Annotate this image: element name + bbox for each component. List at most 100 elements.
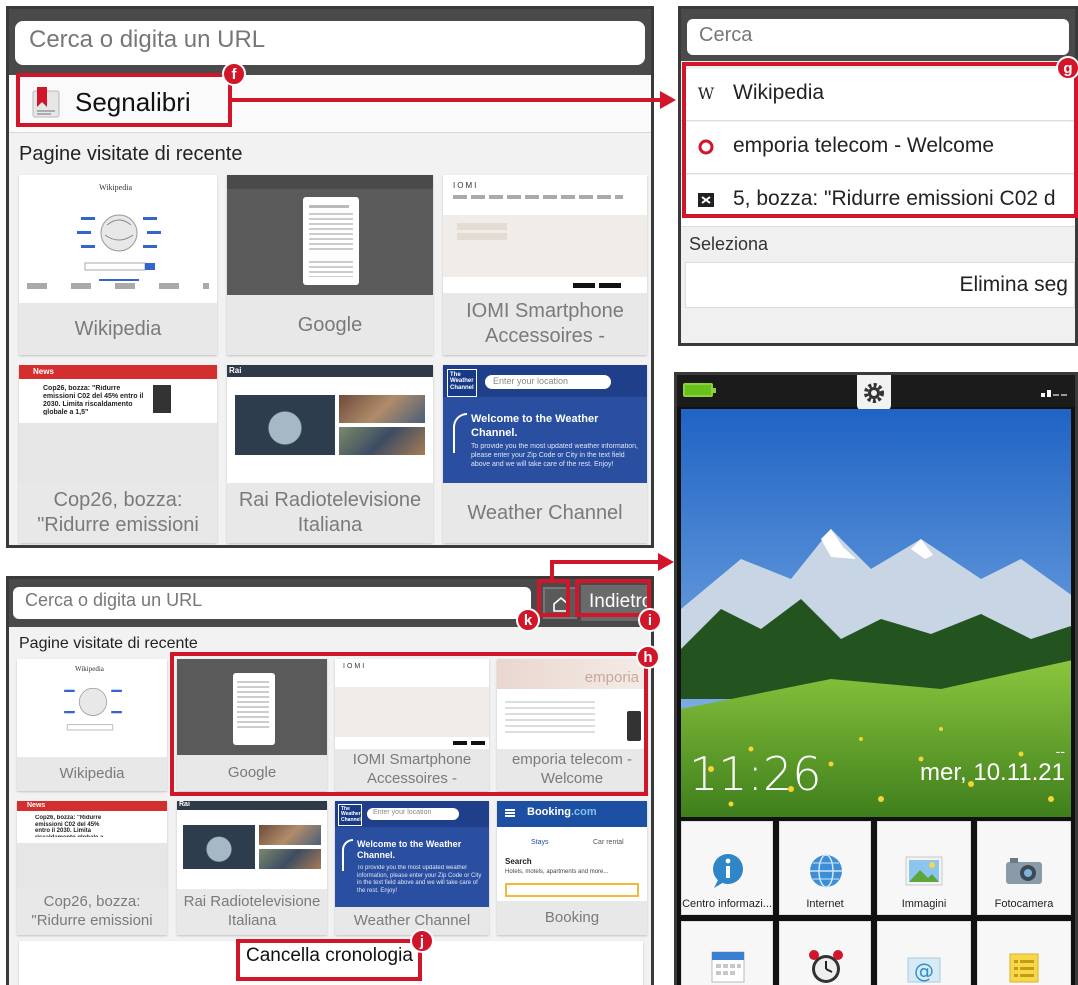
app-notes[interactable] — [977, 921, 1071, 985]
bookmarks-search-input[interactable]: Cerca — [687, 19, 1069, 55]
tile-caption: IOMI Smartphone Accessoires - — [443, 293, 647, 355]
marker-j: j — [410, 929, 434, 953]
home-date: mer, 10.11.21 — [920, 759, 1065, 786]
rai-logo: Rai — [229, 366, 242, 375]
weather-body-text: To provide you the most updated weather … — [471, 443, 638, 468]
calendar-icon — [711, 951, 745, 983]
email-icon: @ — [907, 957, 941, 983]
highlight-bookmarks — [16, 73, 232, 127]
highlight-home-button — [537, 579, 570, 617]
booking-logo: Booking.com — [527, 806, 597, 818]
thumbnail: IOMI — [443, 175, 647, 293]
weather-body-text: To provide you the most updated weather … — [357, 865, 482, 894]
home-clock: 11:26 — [689, 747, 822, 801]
recent-tile-weather[interactable]: The Weather Channel Enter your location … — [335, 801, 489, 935]
marker-g: g — [1056, 56, 1078, 80]
tile-caption: Wikipedia — [17, 757, 167, 791]
app-pictures[interactable]: Immagini — [877, 821, 971, 915]
weather-welcome-title: Welcome to the Weather Channel. — [471, 413, 599, 439]
rai-logo: Rai — [179, 801, 190, 808]
app-calendar[interactable] — [681, 921, 773, 985]
thumbnail: News Cop26, bozza: "Ridurre emissioni C0… — [19, 365, 217, 483]
recent-tile-google[interactable]: Google — [227, 175, 433, 355]
weather-welcome-title: Welcome to the Weather Channel. — [357, 839, 462, 860]
tile-caption: Booking — [497, 901, 647, 935]
thumbnail: Rai — [227, 365, 433, 483]
gear-icon — [864, 383, 884, 403]
news-logo: News — [27, 802, 46, 809]
info-icon — [713, 854, 743, 888]
camera-icon — [1006, 858, 1042, 884]
recent-tile-cop26[interactable]: News Cop26, bozza: "Ridurre emissioni C0… — [17, 801, 167, 935]
wikipedia-globe-icon — [77, 214, 161, 281]
url-bar-container: Cerca o digita un URL — [9, 9, 651, 75]
booking-car-tab: Car rental — [593, 839, 624, 846]
recent-tile-rai[interactable]: Rai Rai Radiotelevisione Italiana — [177, 801, 327, 935]
app-label: Internet — [806, 898, 844, 910]
url-input[interactable]: Cerca o digita un URL — [15, 21, 645, 65]
app-internet[interactable]: Internet — [779, 821, 871, 915]
recent-tile-cop26[interactable]: News Cop26, bozza: "Ridurre emissioni C0… — [19, 365, 217, 543]
svg-text:@: @ — [914, 959, 934, 983]
notes-icon — [1009, 953, 1039, 983]
highlight-clear-history — [236, 939, 422, 981]
weather-location-input: Enter your location — [485, 375, 611, 389]
marker-h: h — [636, 645, 660, 669]
alarm-clock-icon — [809, 950, 843, 983]
tile-caption: Weather Channel — [335, 907, 489, 935]
thumbnail: Wikipedia — [17, 659, 167, 757]
booking-stays-tab: Stays — [531, 839, 549, 846]
app-label: Fotocamera — [994, 898, 1054, 910]
thumbnail — [227, 175, 433, 295]
highlight-back-button — [575, 579, 651, 617]
app-email[interactable]: @ — [877, 921, 971, 985]
highlight-recent-tiles — [170, 652, 648, 796]
news-headline: Cop26, bozza: "Ridurre emissioni C02 del… — [43, 385, 144, 415]
tile-caption: Rai Radiotelevisione Italiana — [227, 483, 433, 543]
thumbnail: The Weather Channel Enter your location … — [335, 801, 489, 907]
delete-bookmarks-button[interactable]: Elimina seg — [685, 262, 1075, 308]
battery-icon — [683, 383, 716, 397]
recent-tile-booking[interactable]: Booking.com Stays Car rental Search Hote… — [497, 801, 647, 935]
recent-pages-title: Pagine visitate di recente — [19, 635, 198, 652]
thumbnail: Rai — [177, 801, 327, 889]
weather-logo: The Weather Channel — [338, 804, 362, 826]
url-input[interactable]: Cerca o digita un URL — [13, 587, 531, 619]
recent-tile-rai[interactable]: Rai Rai Radiotelevisione Italiana — [227, 365, 433, 543]
recent-tile-weather[interactable]: The Weather Channel Enter your location … — [443, 365, 647, 543]
tile-caption: Cop26, bozza: "Ridurre emissioni — [17, 889, 167, 935]
news-headline: Cop26, bozza: "Ridurre emissioni C02 del… — [35, 815, 103, 837]
tile-caption: Weather Channel — [443, 483, 647, 543]
marker-i: i — [638, 608, 662, 632]
tile-caption: Cop26, bozza: "Ridurre emissioni — [19, 483, 217, 543]
settings-button[interactable] — [857, 375, 891, 411]
app-camera[interactable]: Fotocamera — [977, 821, 1071, 915]
recent-tile-iomi[interactable]: IOMI IOMI Smartphone Accessoires - — [443, 175, 647, 355]
wikipedia-wordmark: Wikipedia — [99, 183, 132, 192]
thumbnail: News Cop26, bozza: "Ridurre emissioni C0… — [17, 801, 167, 889]
marker-f: f — [222, 62, 246, 86]
weather-logo: The Weather Channel — [447, 369, 477, 397]
home-screen-panel: 11:26 -- mer, 10.11.21 Centro informazi.… — [674, 372, 1078, 985]
search-bar-container: Cerca — [681, 9, 1075, 61]
news-logo: News — [33, 367, 54, 376]
thumbnail: Booking.com Stays Car rental Search Hote… — [497, 801, 647, 901]
date-dashes: -- — [1055, 743, 1065, 759]
marker-k: k — [516, 608, 540, 632]
thumbnail: The Weather Channel Enter your location … — [443, 365, 647, 483]
recent-tile-wikipedia[interactable]: Wikipedia Wikipedia — [17, 659, 167, 791]
pictures-icon — [905, 856, 943, 886]
app-label: Centro informazi... — [682, 898, 772, 910]
iomi-logo: IOMI — [453, 181, 479, 190]
app-alarm[interactable] — [779, 921, 871, 985]
wikipedia-globe-icon — [64, 687, 122, 731]
app-info-center[interactable]: Centro informazi... — [681, 821, 773, 915]
tile-caption: Google — [227, 295, 433, 355]
signal-icon — [1041, 390, 1067, 397]
tile-caption: Rai Radiotelevisione Italiana — [177, 889, 327, 935]
recent-pages-title: Pagine visitate di recente — [19, 143, 243, 165]
tile-caption: Wikipedia — [19, 303, 217, 355]
weather-location-input: Enter your location — [367, 808, 459, 820]
recent-tile-wikipedia[interactable]: Wikipedia Wikipedia — [19, 175, 217, 355]
select-label: Seleziona — [689, 234, 769, 254]
